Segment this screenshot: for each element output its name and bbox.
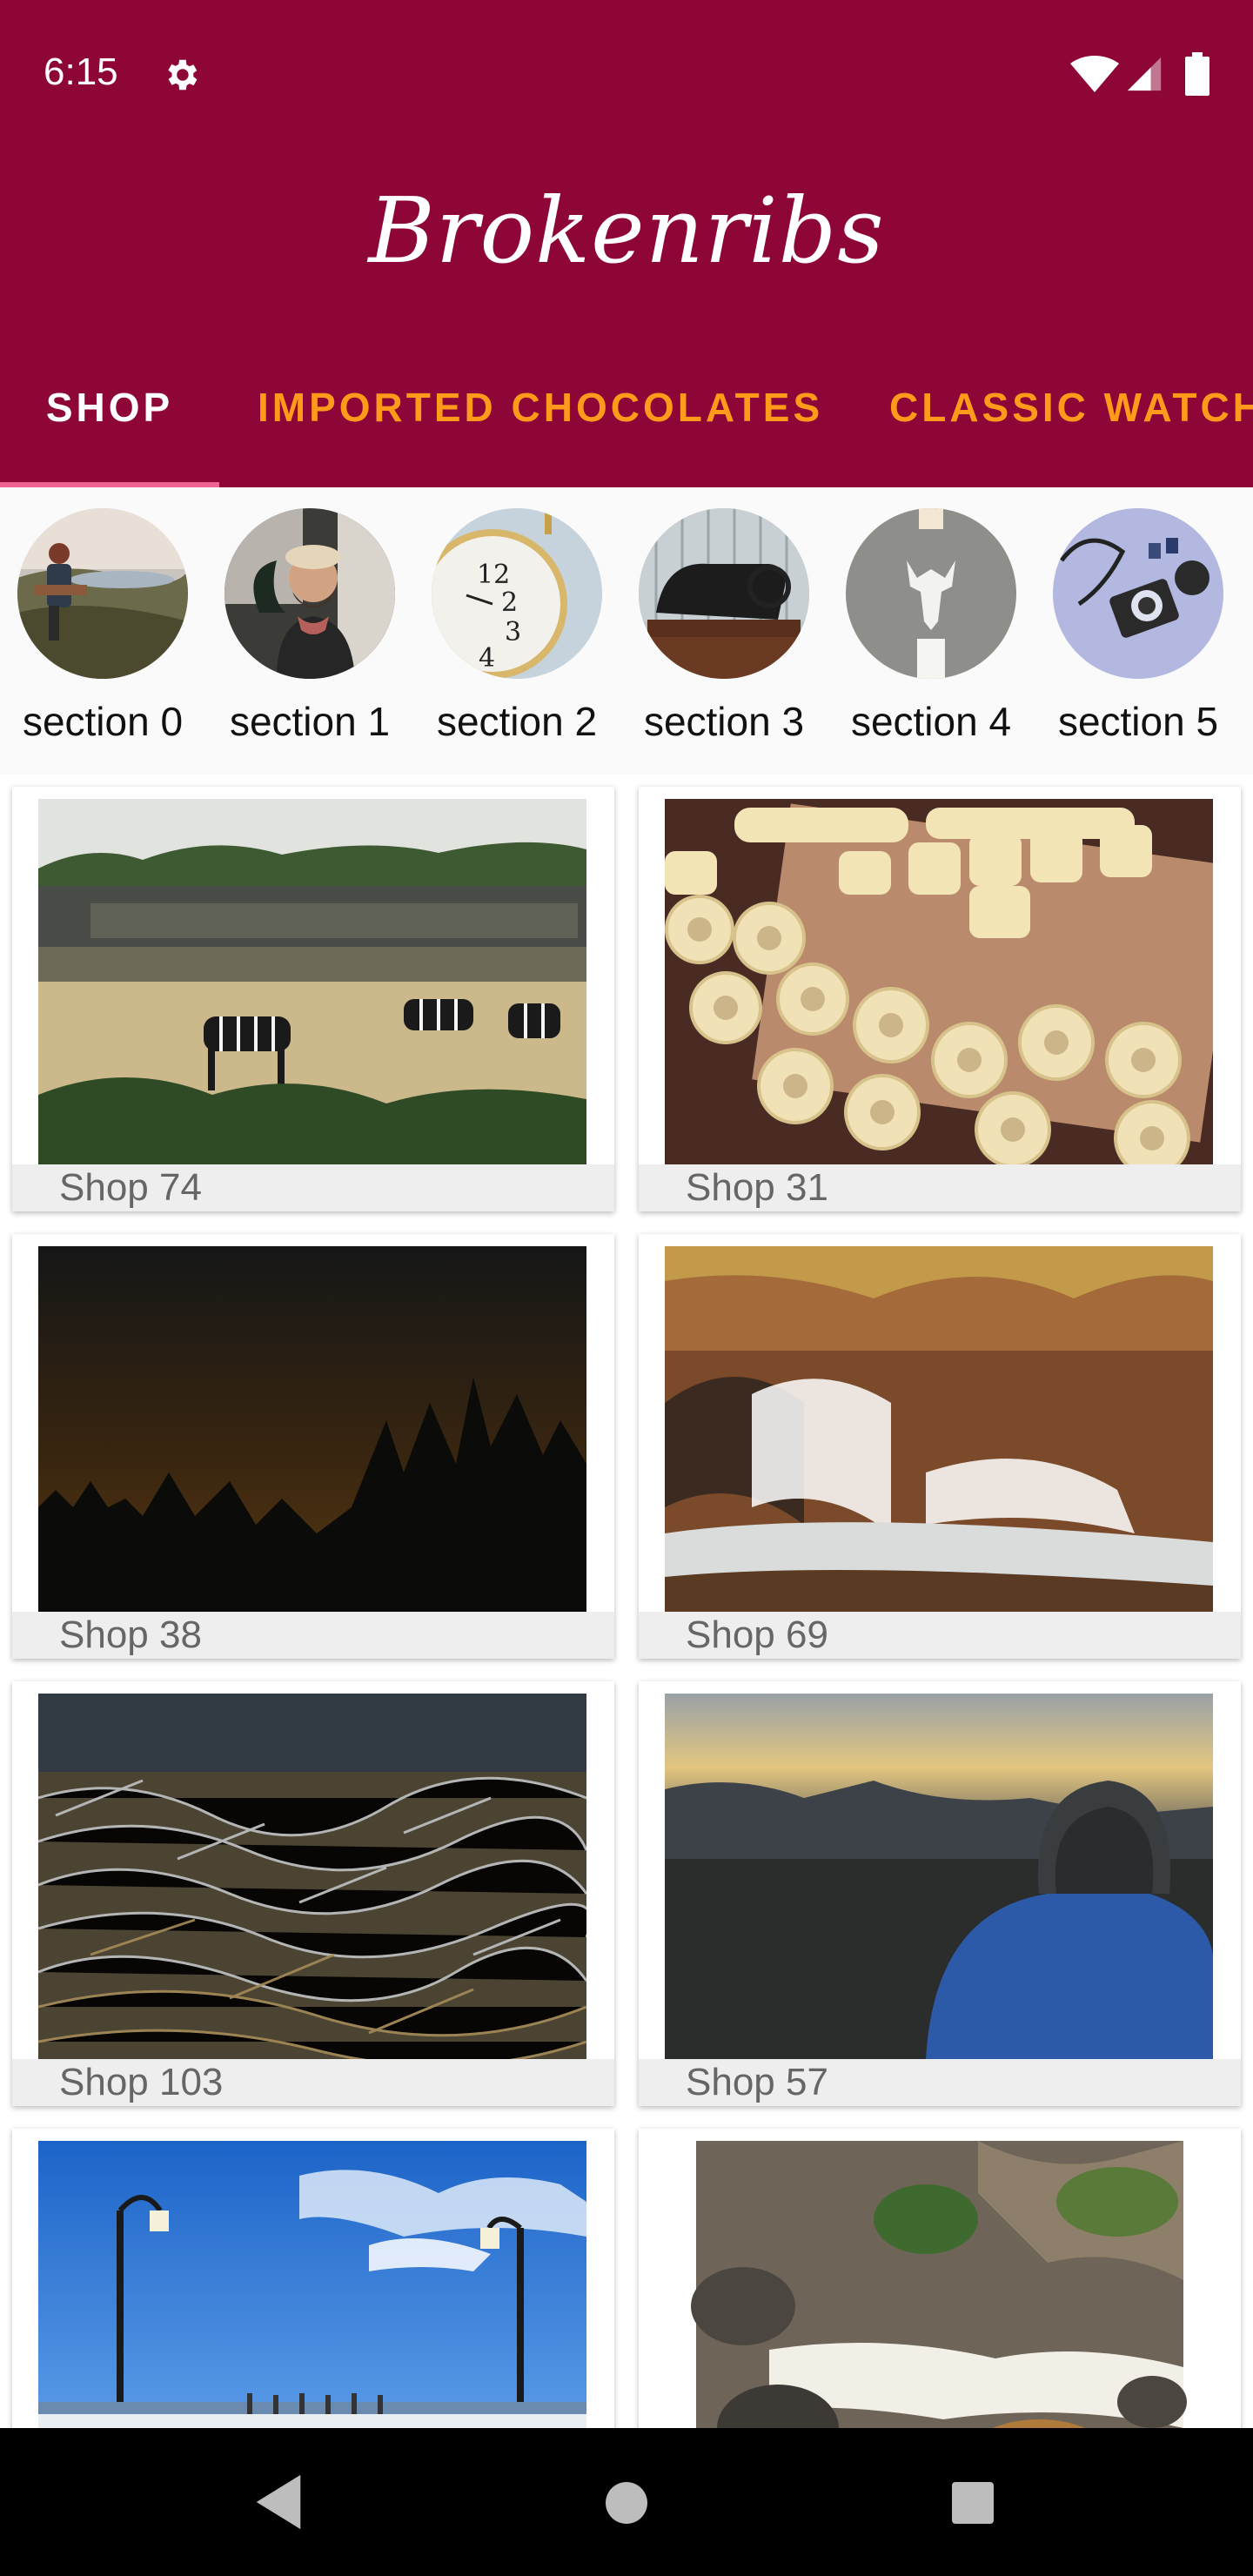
- zebras-photo: [38, 799, 586, 1164]
- sewing-machine-photo: [639, 508, 809, 679]
- tab-classic-watch[interactable]: CLASSIC WATCH: [889, 327, 1253, 487]
- gnocchi-photo: [665, 799, 1213, 1164]
- guitar-player-photo: [17, 508, 188, 679]
- section-label: section 5: [1057, 699, 1219, 744]
- svg-text:12: 12: [477, 560, 510, 590]
- hiker-mountains-photo: [665, 1694, 1213, 2059]
- waterfall-photo: [665, 1246, 1213, 1612]
- section-item[interactable]: section 5: [1042, 508, 1234, 745]
- shop-card[interactable]: Shop 31: [639, 787, 1241, 1211]
- shop-card[interactable]: [12, 2129, 614, 2428]
- section-item[interactable]: section 3: [628, 508, 820, 745]
- svg-text:4: 4: [479, 643, 495, 674]
- section-label: section 2: [436, 699, 598, 744]
- dry-grass-photo: [38, 1694, 586, 2059]
- rocky-stream-photo: [665, 2141, 1213, 2428]
- signal-icon: [1127, 57, 1162, 91]
- section-label: section 4: [850, 699, 1012, 744]
- section-item[interactable]: section 1: [214, 508, 405, 745]
- shop-card[interactable]: Shop 38: [12, 1234, 614, 1659]
- wifi-icon: [1070, 56, 1119, 92]
- shop-card[interactable]: Shop 74: [12, 787, 614, 1211]
- app-bar: Brokenribs SHOP IMPORTED CHOCOLATES CLAS…: [0, 153, 1253, 487]
- status-time: 6:15: [44, 50, 118, 93]
- app-screen: 6:15 Brokenribs SHOP IMPORTED CHOCOLATES…: [0, 0, 1253, 2576]
- back-icon[interactable]: [252, 2472, 305, 2532]
- section-item[interactable]: section 4: [835, 508, 1027, 745]
- section-label: section 3: [643, 699, 805, 744]
- sections-row: section 0 section 1 12 2 3 4 section 2 s…: [0, 487, 1253, 775]
- tab-shop[interactable]: SHOP: [0, 327, 219, 487]
- section-item[interactable]: 12 2 3 4 section 2: [421, 508, 613, 745]
- camera-gear-photo: [1053, 508, 1223, 679]
- shop-card[interactable]: Shop 69: [639, 1234, 1241, 1659]
- section-label: section 1: [229, 699, 391, 744]
- status-bar: 6:15: [0, 0, 1253, 153]
- navigation-bar: [0, 2428, 1253, 2576]
- tab-bar: SHOP IMPORTED CHOCOLATES CLASSIC WATCH: [0, 327, 1253, 487]
- section-item[interactable]: section 0: [7, 508, 198, 745]
- night-sky-trees-photo: [38, 1246, 586, 1612]
- shop-card[interactable]: Shop 103: [12, 1681, 614, 2106]
- pier-lamps-photo: [38, 2141, 586, 2428]
- shop-card[interactable]: Shop 57: [639, 1681, 1241, 2106]
- deer-head-decor-photo: [846, 508, 1016, 679]
- gear-icon: [168, 59, 198, 91]
- svg-text:2: 2: [501, 587, 518, 618]
- shop-card-label: Shop 69: [639, 1612, 1241, 1659]
- app-title: Brokenribs: [368, 178, 885, 284]
- svg-text:3: 3: [505, 617, 521, 647]
- bearded-man-photo: [224, 508, 395, 679]
- shop-card-label: Shop 38: [12, 1612, 614, 1659]
- shop-card-label: Shop 74: [12, 1164, 614, 1211]
- shop-card-label: Shop 57: [639, 2059, 1241, 2106]
- battery-icon: [1185, 52, 1209, 96]
- home-icon[interactable]: [604, 2480, 649, 2526]
- pocket-watch-photo: 12 2 3 4: [432, 508, 602, 679]
- tab-imported-chocolates[interactable]: IMPORTED CHOCOLATES: [258, 327, 823, 487]
- shop-grid: Shop 74 Shop 31 Shop 38 Shop 69 Shop 103…: [0, 775, 1253, 2428]
- recent-apps-icon[interactable]: [950, 2480, 995, 2526]
- section-label: section 0: [22, 699, 184, 744]
- shop-card-label: Shop 31: [639, 1164, 1241, 1211]
- shop-card[interactable]: [639, 2129, 1241, 2428]
- shop-card-label: Shop 103: [12, 2059, 614, 2106]
